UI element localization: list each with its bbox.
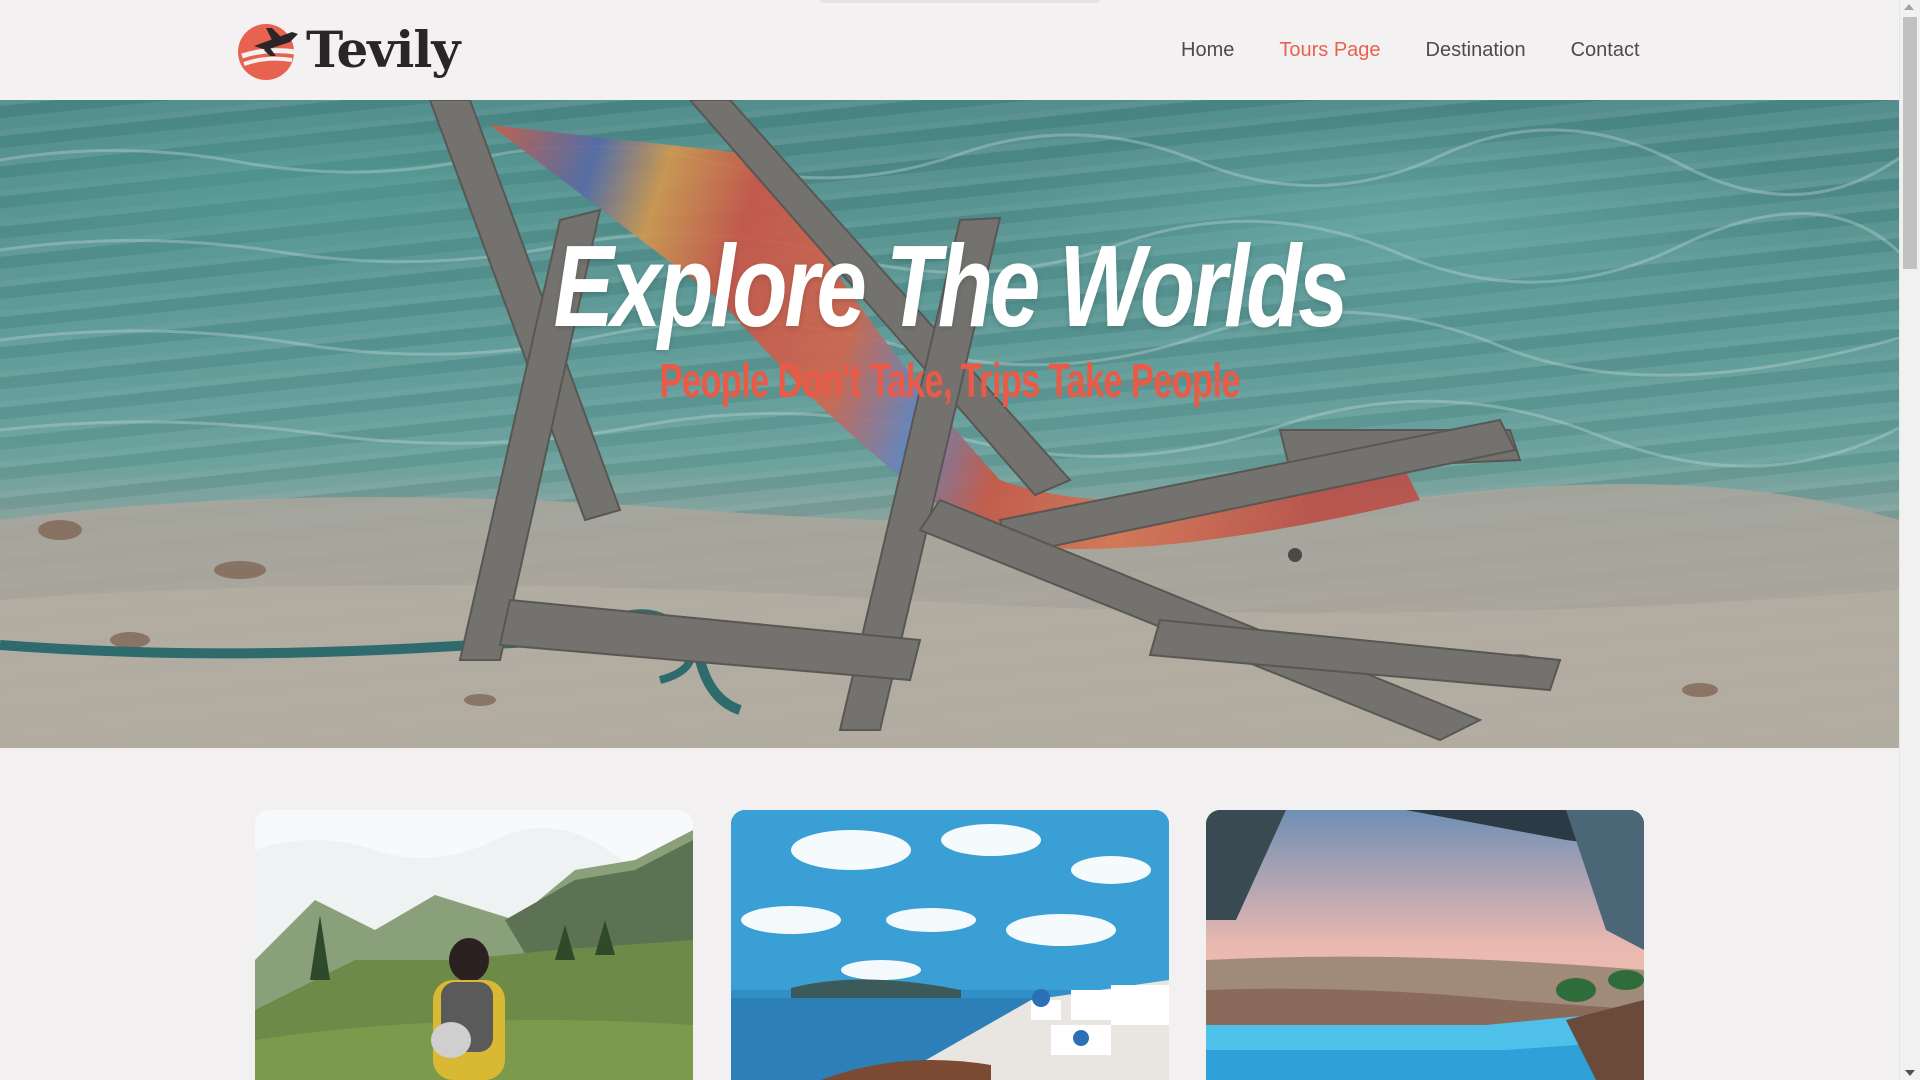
brand-name: Tevily xyxy=(306,20,460,79)
tour-card-hiker[interactable] xyxy=(255,810,693,1080)
infinity-pool-image xyxy=(1206,810,1644,1080)
nav-home[interactable]: Home xyxy=(1181,36,1234,64)
brand-logo-link[interactable]: Tevily xyxy=(236,18,460,82)
hero-title: Explore The Worlds xyxy=(553,221,1349,351)
tour-card-santorini[interactable] xyxy=(731,810,1169,1080)
hero-overlay xyxy=(0,100,1899,748)
site-header: Tevily Home Tours Page Destination Conta… xyxy=(0,0,1899,100)
scroll-up-arrow-icon[interactable] xyxy=(1904,4,1914,10)
hero-banner: Explore The Worlds People Don't Take, Tr… xyxy=(0,100,1899,748)
hero-subtitle: People Don't Take, Trips Take People xyxy=(659,355,1241,408)
tour-card-infinity-pool[interactable] xyxy=(1206,810,1644,1080)
scrollbar-thumb[interactable] xyxy=(1903,17,1917,269)
nav-tours-page[interactable]: Tours Page xyxy=(1279,36,1380,64)
airplane-circle-icon xyxy=(238,24,298,80)
header-top-highlight xyxy=(820,0,1100,3)
santorini-image xyxy=(731,810,1169,1080)
page-scrollbar[interactable] xyxy=(1899,0,1920,1080)
hiker-mountain-image xyxy=(255,810,693,1080)
scroll-down-arrow-icon[interactable] xyxy=(1905,1070,1915,1076)
main-nav: Home Tours Page Destination Contact xyxy=(1181,36,1685,64)
nav-destination[interactable]: Destination xyxy=(1426,36,1526,64)
nav-contact[interactable]: Contact xyxy=(1571,36,1640,64)
